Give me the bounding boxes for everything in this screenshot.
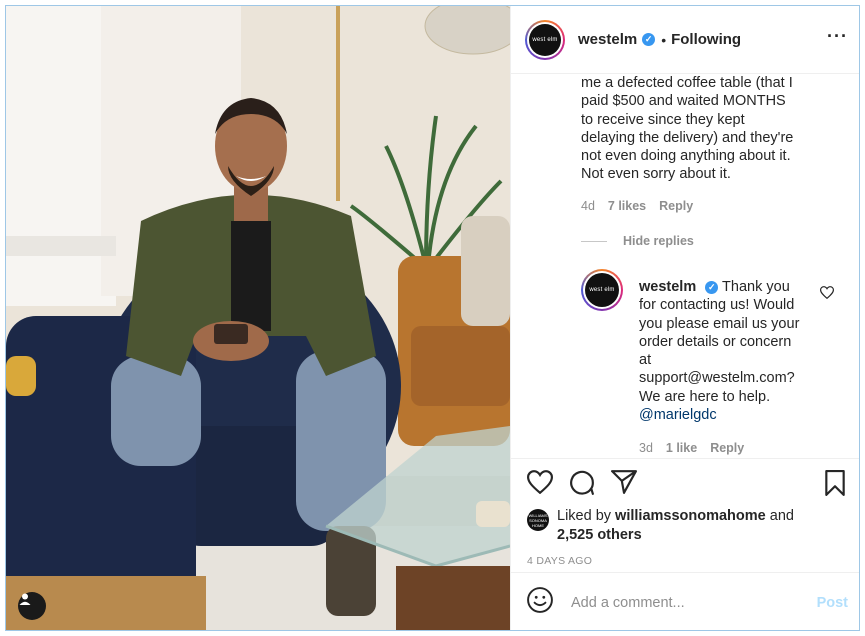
verified-badge-icon: ✓	[705, 280, 719, 294]
post-sidebar: west elm westelm ✓ • Following ··· me a …	[510, 6, 859, 630]
post-photo[interactable]	[6, 6, 510, 630]
reply-age: 3d	[639, 441, 653, 455]
reply-avatar[interactable]: west elm	[581, 269, 623, 311]
post-button[interactable]: Post	[817, 595, 848, 611]
comment-input[interactable]: Add a comment...	[571, 595, 801, 611]
post-timestamp[interactable]: 4 DAYS AGO	[527, 555, 592, 567]
emoji-icon[interactable]	[527, 587, 553, 618]
replies-divider	[581, 240, 607, 242]
user-icon	[19, 593, 31, 605]
westelm-logo: west elm	[585, 273, 619, 307]
hide-replies-button[interactable]: Hide replies	[581, 234, 694, 248]
comment-icon[interactable]	[569, 470, 595, 501]
comment-meta: 4d 7 likes Reply	[581, 199, 693, 213]
profile-avatar[interactable]: west elm	[525, 19, 565, 60]
reply-username-link[interactable]: westelm	[639, 279, 696, 295]
comment-age: 4d	[581, 199, 595, 213]
header-separator: •	[661, 31, 667, 48]
share-icon[interactable]	[611, 470, 637, 499]
hide-replies-label: Hide replies	[623, 234, 694, 248]
liker-avatar[interactable]: WILLIAMS SONOMA HOME	[527, 509, 549, 531]
following-button[interactable]: Following	[671, 31, 741, 48]
bookmark-icon[interactable]	[823, 470, 847, 501]
reply-text: westelm ✓ Thank you for contacting us! W…	[639, 278, 814, 424]
liker-username-link[interactable]: williamssonomahome	[615, 508, 766, 524]
username-link[interactable]: westelm	[578, 31, 637, 48]
photo-illustration	[6, 6, 510, 630]
add-comment-bar: Add a comment... Post	[511, 572, 859, 630]
comment-text: me a defected coffee table (that I paid …	[581, 75, 794, 183]
more-options-icon[interactable]: ···	[827, 27, 848, 45]
post-header: west elm westelm ✓ • Following ···	[511, 6, 859, 74]
others-likes-link[interactable]: 2,525 others	[557, 527, 642, 543]
reply-reply-button[interactable]: Reply	[710, 441, 744, 455]
likes-summary: WILLIAMS SONOMA HOME Liked by williamsso…	[527, 508, 794, 543]
like-reply-heart-icon[interactable]	[819, 286, 835, 304]
verified-badge-icon: ✓	[642, 33, 656, 46]
user-tag-button[interactable]	[18, 592, 46, 620]
comment-likes-link[interactable]: 7 likes	[608, 199, 646, 213]
instagram-post-window: west elm westelm ✓ • Following ··· me a …	[5, 5, 860, 631]
reply-meta: 3d 1 like Reply	[639, 441, 744, 455]
comment-reply-button[interactable]: Reply	[659, 199, 693, 213]
mention-link[interactable]: @marielgdc	[639, 406, 814, 424]
reply-likes-link[interactable]: 1 like	[666, 441, 697, 455]
comments-scroll-area[interactable]: me a defected coffee table (that I paid …	[511, 74, 859, 458]
heart-icon[interactable]	[526, 470, 554, 499]
westelm-logo: west elm	[529, 23, 561, 56]
post-actions: WILLIAMS SONOMA HOME Liked by williamsso…	[511, 458, 859, 572]
